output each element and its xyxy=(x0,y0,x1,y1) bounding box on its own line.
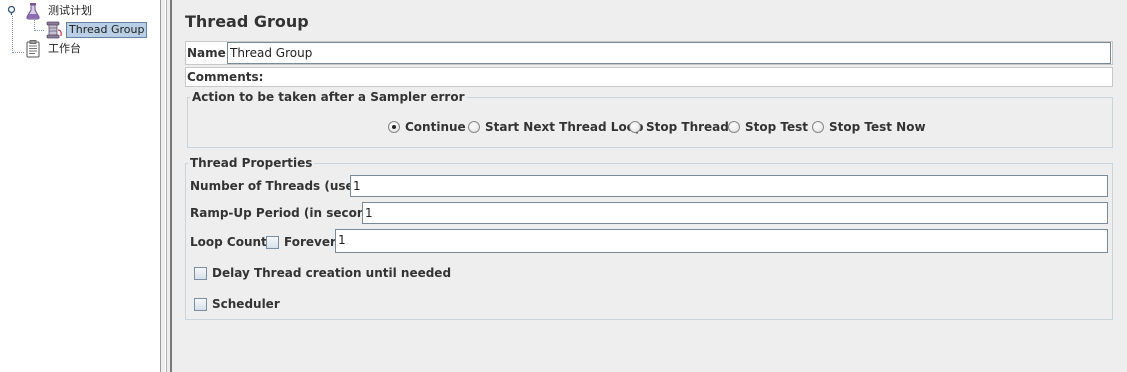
num-threads-label: Number of Threads (users): xyxy=(190,179,378,193)
loop-count-input[interactable]: 1 xyxy=(335,229,1108,253)
expand-handle-icon[interactable] xyxy=(7,6,16,15)
radio-start-next-thread-loop[interactable]: Start Next Thread Loop xyxy=(468,120,644,134)
num-threads-input[interactable]: 1 xyxy=(350,175,1108,197)
scheduler-label: Scheduler xyxy=(212,297,280,311)
forever-checkbox[interactable]: Forever xyxy=(266,235,336,249)
tree-node-label: 工作台 xyxy=(48,42,81,55)
radio-unselected-icon xyxy=(812,121,824,133)
radio-stop-thread[interactable]: Stop Thread xyxy=(629,120,729,134)
workbench-clipboard-icon xyxy=(26,40,40,58)
split-pane-divider[interactable] xyxy=(161,0,172,372)
name-input[interactable]: Thread Group xyxy=(227,42,1111,64)
checkbox-unchecked-icon xyxy=(194,297,207,311)
test-plan-tree[interactable]: 测试计划 Thread Group 工作台 xyxy=(0,0,161,372)
test-plan-flask-icon xyxy=(26,3,40,20)
checkbox-unchecked-icon xyxy=(194,266,207,280)
tree-connector xyxy=(12,52,24,53)
tree-node-label: 测试计划 xyxy=(48,4,92,17)
tree-connector xyxy=(12,16,13,53)
radio-continue-label: Continue xyxy=(405,120,466,134)
comments-label: Comments: xyxy=(187,70,264,84)
checkbox-unchecked-icon xyxy=(266,235,279,249)
radio-stop-test-label: Stop Test xyxy=(745,120,808,134)
thread-group-editor: Thread Group Name: Thread Group Comments… xyxy=(173,0,1127,372)
sampler-error-legend: Action to be taken after a Sampler error xyxy=(192,90,465,104)
radio-unselected-icon xyxy=(629,121,641,133)
scheduler-checkbox[interactable]: Scheduler xyxy=(194,297,280,311)
radio-unselected-icon xyxy=(728,121,740,133)
radio-selected-icon xyxy=(388,121,400,133)
name-label: Name: xyxy=(187,46,231,60)
sampler-error-group: Action to be taken after a Sampler error xyxy=(187,90,1113,148)
tree-node-label: Thread Group xyxy=(66,22,148,38)
radio-stop-thread-label: Stop Thread xyxy=(646,120,729,134)
tree-node-test-plan[interactable]: 测试计划 xyxy=(24,2,94,20)
radio-continue[interactable]: Continue xyxy=(388,120,466,134)
tree-node-workbench[interactable]: 工作台 xyxy=(24,40,83,58)
comments-row[interactable]: Comments: xyxy=(185,67,1113,87)
delay-thread-creation-checkbox[interactable]: Delay Thread creation until needed xyxy=(194,266,451,280)
radio-unselected-icon xyxy=(468,121,480,133)
tree-node-thread-group[interactable]: Thread Group xyxy=(44,21,148,39)
radio-stop-test-now-label: Stop Test Now xyxy=(829,120,926,134)
tree-connector xyxy=(34,30,44,31)
radio-stop-test[interactable]: Stop Test xyxy=(728,120,808,134)
ramp-up-input[interactable]: 1 xyxy=(362,202,1108,224)
thread-group-spool-icon xyxy=(46,21,62,39)
page-title: Thread Group xyxy=(185,12,309,31)
loop-count-label: Loop Count: xyxy=(190,235,272,249)
radio-start-next-thread-loop-label: Start Next Thread Loop xyxy=(485,120,644,134)
thread-properties-legend: Thread Properties xyxy=(190,156,313,170)
forever-label: Forever xyxy=(284,235,336,249)
radio-stop-test-now[interactable]: Stop Test Now xyxy=(812,120,926,134)
delay-thread-creation-label: Delay Thread creation until needed xyxy=(212,266,452,280)
